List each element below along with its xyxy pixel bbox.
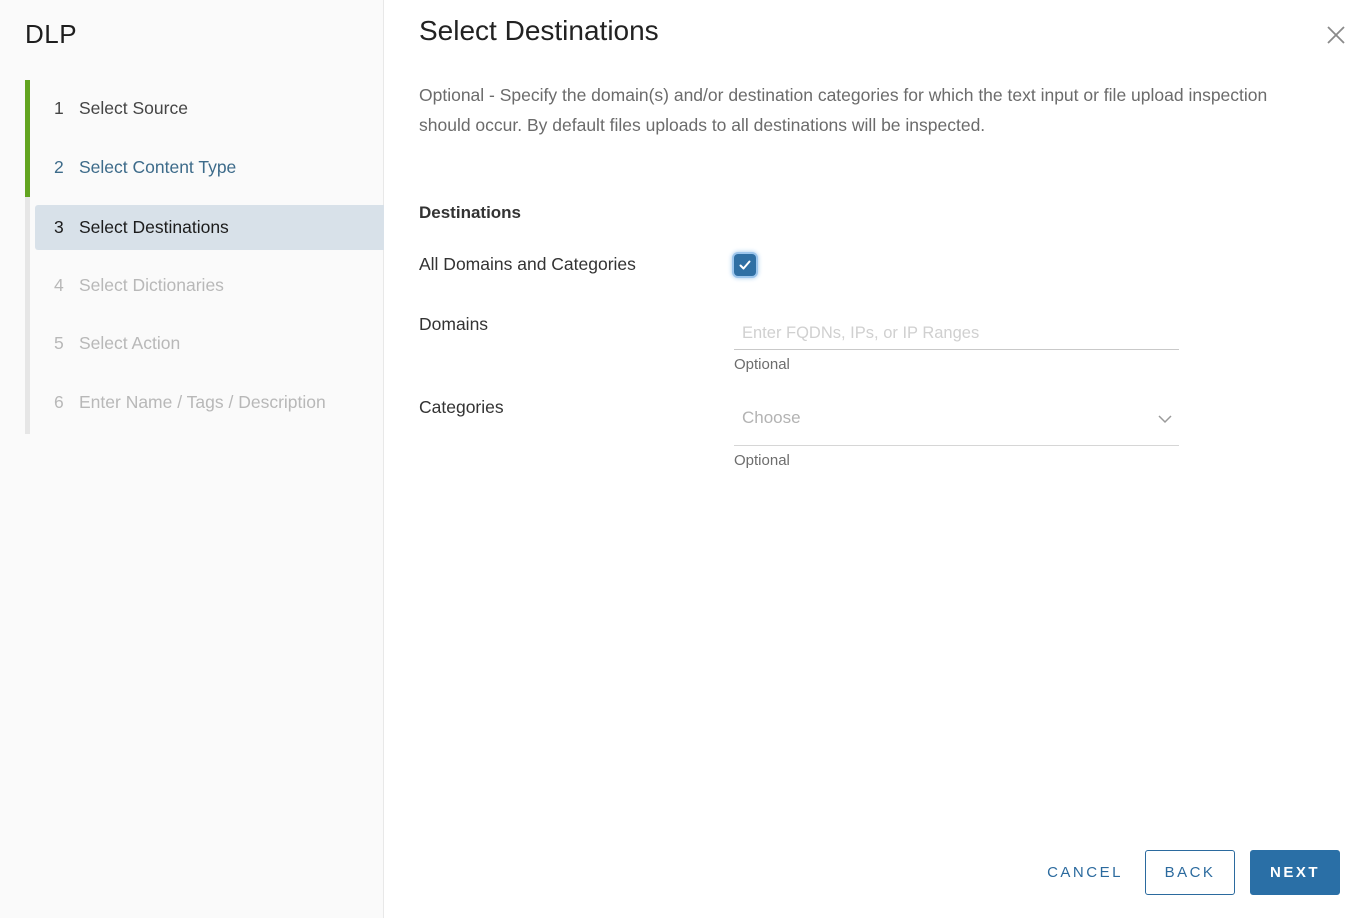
cancel-button[interactable]: CANCEL bbox=[1035, 850, 1135, 895]
step-number: 4 bbox=[54, 275, 64, 295]
step-number: 5 bbox=[54, 333, 64, 353]
step-label: Enter Name / Tags / Description bbox=[79, 392, 326, 412]
wizard-content: Select Destinations Optional - Specify t… bbox=[385, 0, 1353, 918]
section-title-destinations: Destinations bbox=[419, 203, 522, 222]
domains-helper-text: Optional bbox=[734, 356, 790, 373]
chevron-down-icon bbox=[1158, 415, 1172, 424]
categories-helper-text: Optional bbox=[734, 452, 790, 469]
step-select-dictionaries: 4 Select Dictionaries bbox=[35, 263, 384, 308]
wizard-sidebar: DLP 1 Select Source 2 Select Content Typ… bbox=[0, 0, 384, 918]
domains-input[interactable] bbox=[734, 318, 1179, 350]
domains-label: Domains bbox=[419, 314, 489, 334]
back-button[interactable]: BACK bbox=[1145, 850, 1235, 895]
step-progress-completed bbox=[25, 80, 30, 197]
app-title: DLP bbox=[25, 19, 78, 49]
close-icon bbox=[1327, 26, 1345, 44]
step-select-source[interactable]: 1 Select Source bbox=[35, 86, 384, 131]
page-description: Optional - Specify the domain(s) and/or … bbox=[419, 85, 1268, 135]
step-label: Select Action bbox=[79, 333, 181, 353]
step-label: Select Source bbox=[79, 98, 188, 118]
step-select-action: 5 Select Action bbox=[35, 321, 384, 366]
categories-select-value: Choose bbox=[742, 408, 801, 427]
categories-label: Categories bbox=[419, 397, 504, 417]
step-select-content-type[interactable]: 2 Select Content Type bbox=[35, 145, 384, 190]
all-domains-checkbox[interactable] bbox=[734, 254, 756, 276]
close-button[interactable] bbox=[1323, 22, 1349, 48]
page-title: Select Destinations bbox=[419, 15, 659, 46]
step-select-destinations[interactable]: 3 Select Destinations bbox=[35, 205, 384, 250]
next-button[interactable]: NEXT bbox=[1250, 850, 1340, 895]
step-number: 3 bbox=[54, 217, 64, 237]
categories-select[interactable]: Choose bbox=[734, 395, 1179, 446]
step-label: Select Content Type bbox=[79, 157, 237, 177]
step-number: 6 bbox=[54, 392, 64, 412]
step-label: Select Destinations bbox=[79, 217, 229, 237]
all-domains-label: All Domains and Categories bbox=[419, 254, 636, 274]
step-number: 2 bbox=[54, 157, 64, 177]
step-label: Select Dictionaries bbox=[79, 275, 224, 295]
step-enter-name-tags-description: 6 Enter Name / Tags / Description bbox=[35, 380, 384, 425]
step-number: 1 bbox=[54, 98, 64, 118]
checkmark-icon bbox=[739, 260, 751, 270]
